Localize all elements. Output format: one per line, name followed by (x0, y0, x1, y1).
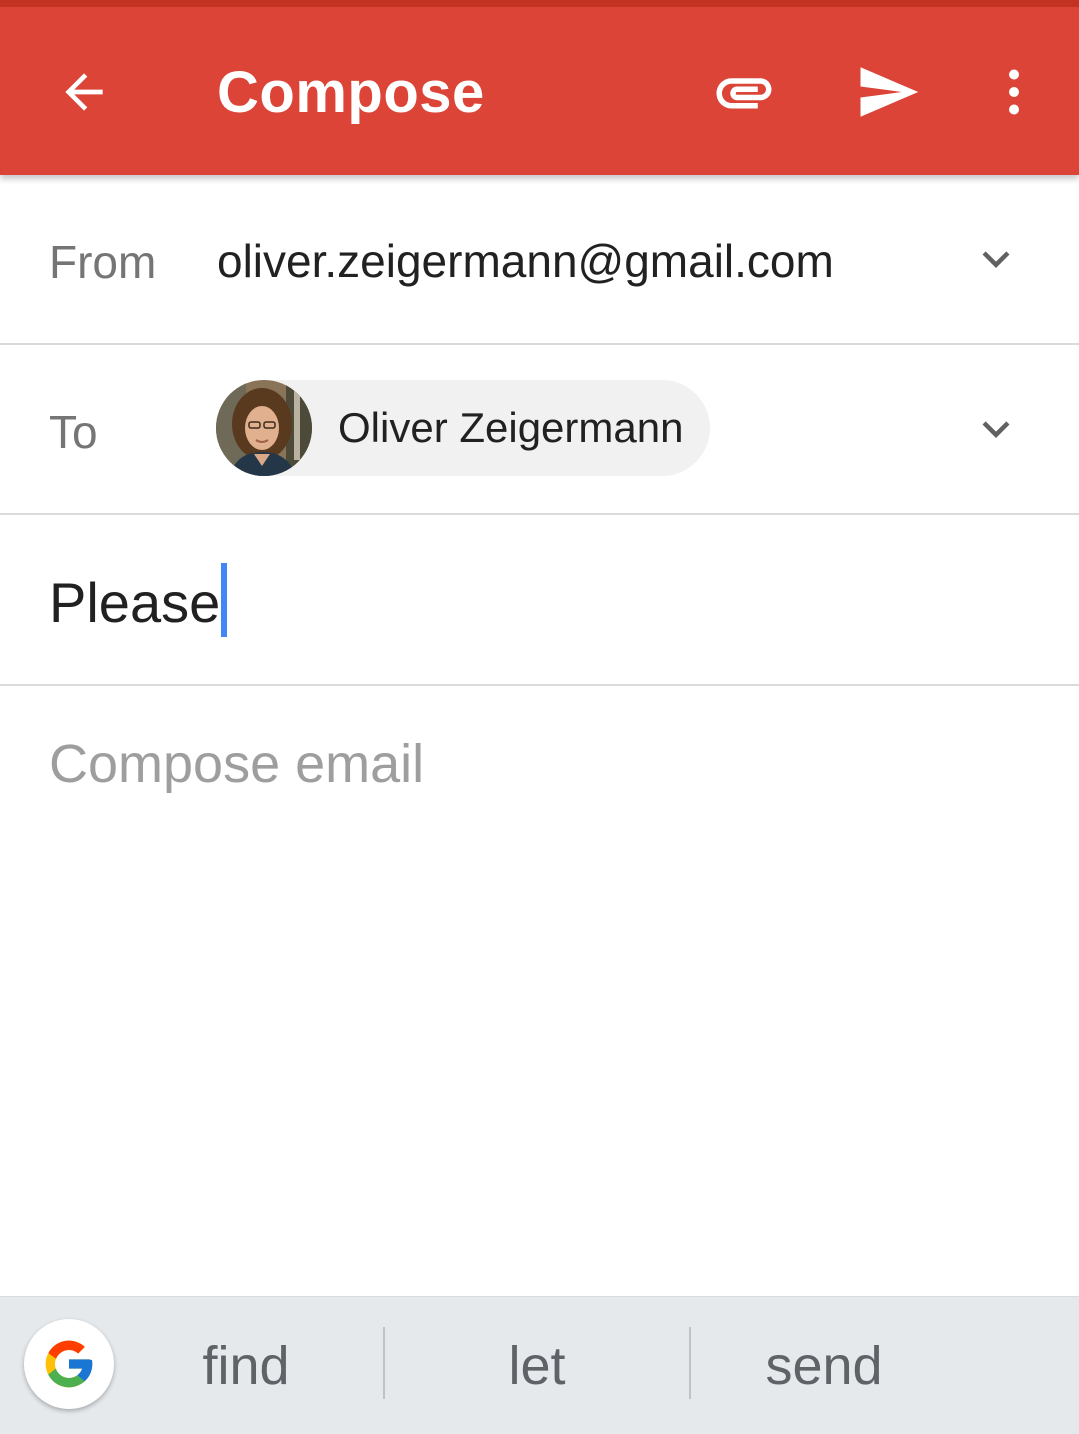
divider (383, 1327, 385, 1399)
suggestion-2[interactable]: let (386, 1297, 688, 1434)
chevron-down-icon (982, 421, 1010, 438)
avatar (216, 380, 312, 476)
from-label: From (49, 236, 157, 288)
send-button[interactable] (846, 52, 930, 132)
page-title: Compose (217, 60, 485, 125)
divider (689, 1327, 691, 1399)
more-vert-icon (1009, 69, 1019, 115)
back-button[interactable] (44, 52, 124, 132)
more-options-button[interactable] (984, 52, 1044, 132)
keyboard-suggestion-bar: find let send (0, 1296, 1079, 1434)
to-label: To (49, 406, 98, 458)
to-row: To Oliver Zeigermann (0, 345, 1079, 515)
attachment-icon (716, 78, 772, 109)
app-bar: Compose (0, 0, 1079, 175)
status-strip (0, 0, 1079, 7)
from-row: From oliver.zeigermann@gmail.com (0, 175, 1079, 345)
google-search-button[interactable] (24, 1319, 114, 1409)
from-account-field[interactable]: oliver.zeigermann@gmail.com (217, 233, 834, 289)
attach-button[interactable] (700, 52, 788, 132)
subject-text: Please (49, 571, 221, 634)
body-placeholder: Compose email (49, 734, 425, 794)
google-g-icon (45, 1340, 93, 1388)
suggestion-1[interactable]: find (130, 1297, 362, 1434)
to-expand-button[interactable] (968, 401, 1024, 457)
arrow-back-icon (65, 73, 103, 111)
from-expand-button[interactable] (968, 231, 1024, 287)
suggestion-3[interactable]: send (692, 1297, 956, 1434)
chevron-down-icon (982, 251, 1010, 268)
subject-field[interactable]: Please (0, 515, 1079, 686)
recipient-name: Oliver Zeigermann (338, 404, 684, 451)
recipient-chip[interactable]: Oliver Zeigermann (216, 380, 710, 476)
send-icon (860, 67, 919, 117)
compose-body-field[interactable]: Compose email (0, 686, 1079, 1296)
text-cursor (221, 563, 227, 637)
